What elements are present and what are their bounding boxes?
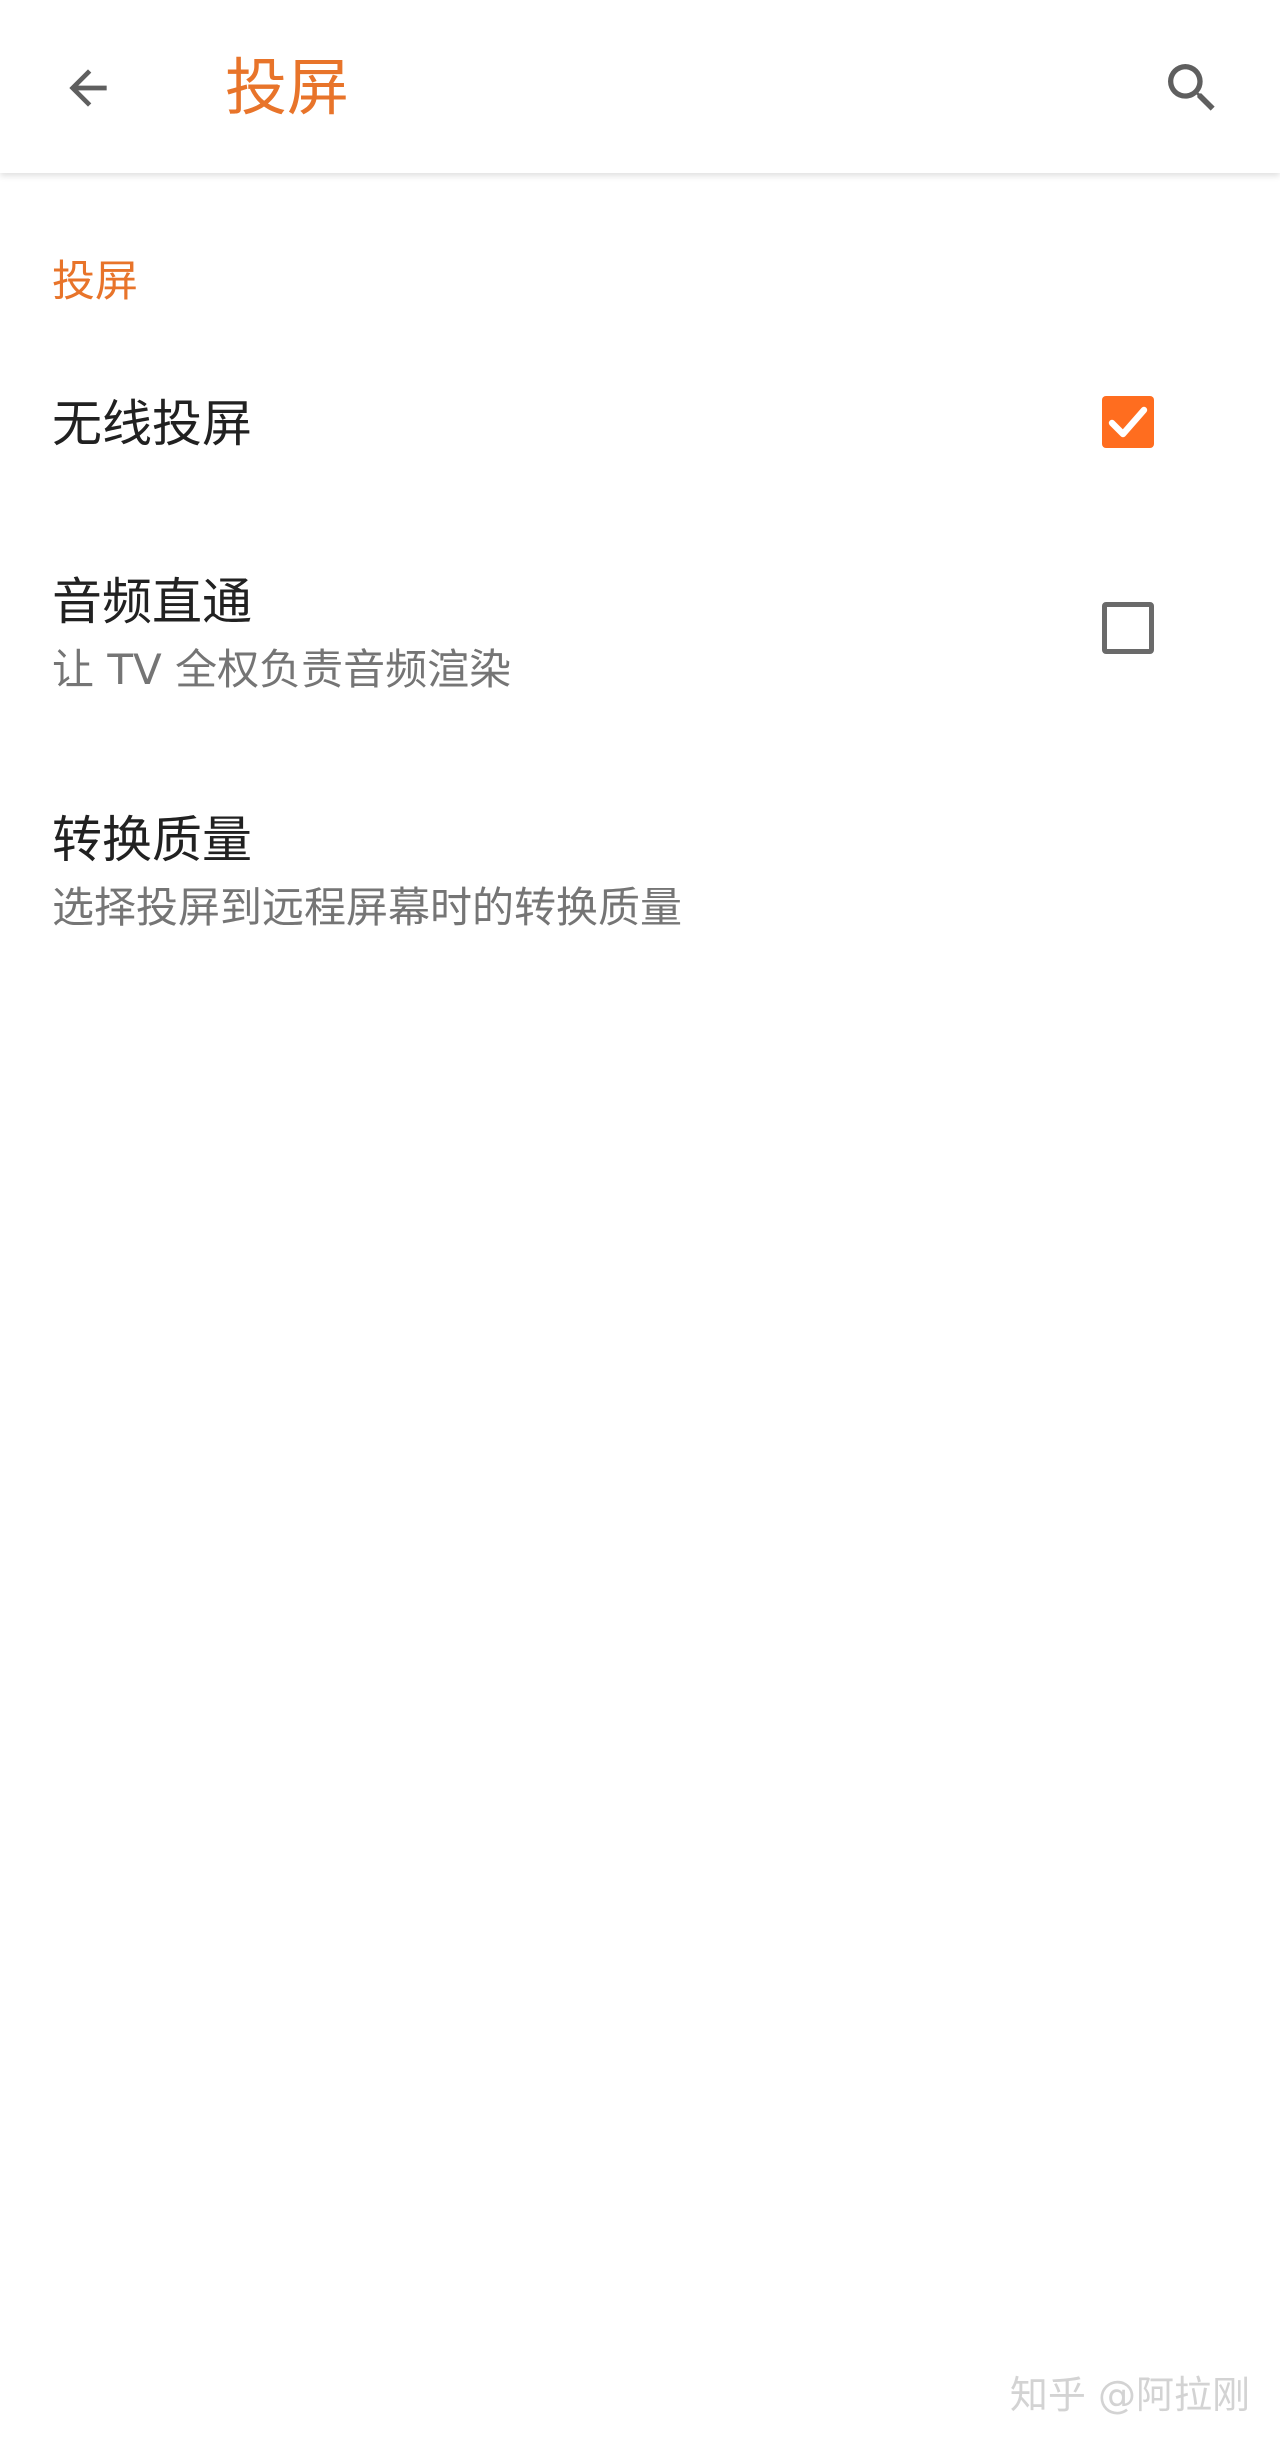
app-bar: 投屏	[0, 0, 1280, 173]
pref-summary: 让 TV 全权负责音频渲染	[52, 645, 512, 694]
wireless-cast-checkbox[interactable]	[1102, 396, 1154, 448]
settings-screen: 投屏 投屏 无线投屏 音频直通 让 TV 全权负责音频渲染 转换质量 选择投屏到…	[0, 0, 1280, 2452]
page-title: 投屏	[225, 51, 350, 124]
checkmark-icon	[1108, 406, 1148, 438]
back-button[interactable]	[40, 46, 136, 130]
pref-conversion-quality[interactable]: 转换质量 选择投屏到远程屏幕时的转换质量	[0, 780, 1280, 960]
pref-summary: 选择投屏到远程屏幕时的转换质量	[52, 883, 683, 932]
pref-title: 无线投屏	[52, 395, 252, 453]
pref-audio-passthrough[interactable]: 音频直通 让 TV 全权负责音频渲染	[0, 540, 1280, 720]
search-button[interactable]	[1144, 42, 1240, 134]
watermark: 知乎 @阿拉刚	[1009, 2373, 1250, 2417]
search-icon	[1168, 64, 1215, 111]
pref-title: 音频直通	[52, 573, 252, 631]
pref-title: 转换质量	[52, 811, 252, 869]
audio-passthrough-checkbox[interactable]	[1102, 602, 1154, 654]
arrow-left-icon	[69, 69, 107, 107]
category-title: 投屏	[52, 257, 138, 307]
pref-wireless-cast[interactable]: 无线投屏	[0, 350, 1280, 500]
